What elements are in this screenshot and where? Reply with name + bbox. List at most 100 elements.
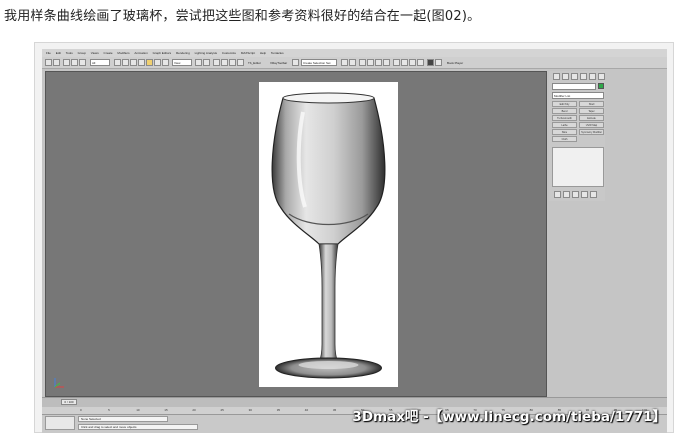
modifier-stack-list[interactable]	[552, 147, 604, 187]
utilities-tab-icon[interactable]	[598, 73, 605, 80]
pin-stack-icon[interactable]	[554, 191, 561, 198]
perspective-viewport[interactable]	[45, 71, 547, 397]
render-setup-icon[interactable]	[401, 59, 408, 66]
select-scale-icon[interactable]	[162, 59, 169, 66]
select-move-icon[interactable]	[146, 59, 153, 66]
vray-toolbar-label[interactable]: VRayToolbar	[270, 58, 287, 68]
watermark: 3Dmax吧 -【www.linecg.com/tieba/1771】	[352, 409, 666, 425]
modifier-bend-button[interactable]: Bend	[552, 108, 577, 114]
ruler-tick-label: 30	[248, 408, 252, 412]
ruler-tick-label: 0	[80, 408, 82, 412]
ruler-tick-label: 25	[220, 408, 224, 412]
select-by-name-icon[interactable]	[122, 59, 129, 66]
hierarchy-tab-icon[interactable]	[571, 73, 578, 80]
selection-filter-dropdown[interactable]: All	[90, 59, 110, 66]
mirror-icon[interactable]	[341, 59, 348, 66]
menu-group[interactable]: Group	[78, 49, 86, 57]
main-toolbar: All View Tb_Editor VRayToolbar Create Se…	[42, 57, 667, 69]
link-icon[interactable]	[63, 59, 70, 66]
angle-snap-icon[interactable]	[221, 59, 228, 66]
maxscript-listener[interactable]	[45, 416, 75, 430]
named-selection-dropdown[interactable]: Create Selection Set	[301, 59, 337, 66]
redo-icon[interactable]	[53, 59, 60, 66]
modifier-extrude-button[interactable]: Extrude	[579, 115, 604, 121]
modifier-slice-button[interactable]: Slice	[552, 129, 577, 135]
object-name-field[interactable]	[552, 83, 596, 90]
modifier-shell-button[interactable]: Shell	[579, 101, 604, 107]
book-player-label[interactable]: Book Player	[447, 58, 463, 68]
material-editor-icon[interactable]	[393, 59, 400, 66]
menu-create[interactable]: Create	[104, 49, 113, 57]
undo-icon[interactable]	[45, 59, 52, 66]
article-caption: 我用样条曲线绘画了玻璃杯，尝试把这些图和参考资料很好的结合在一起(图02)。	[4, 9, 481, 24]
render-production-icon[interactable]	[417, 59, 424, 66]
select-object-icon[interactable]	[114, 59, 121, 66]
teapot-render-icon[interactable]	[427, 59, 434, 66]
menu-rendering[interactable]: Rendering	[176, 49, 190, 57]
pivot-center-icon[interactable]	[195, 59, 202, 66]
render-iterative-icon[interactable]	[435, 59, 442, 66]
ruler-tick-label: 10	[136, 408, 140, 412]
object-color-swatch[interactable]	[598, 83, 604, 89]
modifier-list-dropdown[interactable]: Modifier List	[552, 92, 604, 99]
modifier-uvw-map-button[interactable]: UVW Map	[579, 122, 604, 128]
schematic-view-icon[interactable]	[383, 59, 390, 66]
modifier-turbosmooth-button[interactable]: Turbosmooth	[552, 115, 577, 121]
remove-modifier-icon[interactable]	[581, 191, 588, 198]
reference-coordinate-dropdown[interactable]: View	[172, 59, 192, 66]
modifier-cloth-button[interactable]: Cloth	[552, 136, 577, 142]
ruler-tick-label: 35	[276, 408, 281, 412]
display-tab-icon[interactable]	[589, 73, 596, 80]
menu-modifiers[interactable]: Modifiers	[117, 49, 129, 57]
make-unique-icon[interactable]	[572, 191, 579, 198]
bind-space-warp-icon[interactable]	[79, 59, 86, 66]
modifier-edit-poly-button[interactable]: Edit Poly	[552, 101, 577, 107]
modifier-lathe-button[interactable]: Lathe	[552, 122, 577, 128]
command-panel: Modifier List Edit Poly Shell Bend Taper…	[549, 71, 605, 201]
curve-editor-icon[interactable]	[375, 59, 382, 66]
modify-tab-icon[interactable]	[562, 73, 569, 80]
world-axis-icon	[54, 378, 64, 388]
prompt-line: Click and drag to select and move object…	[78, 424, 198, 430]
snap-toggle-icon[interactable]	[213, 59, 220, 66]
max-app-window: File Edit Tools Group Views Create Modif…	[42, 49, 667, 433]
spinner-snap-icon[interactable]	[237, 59, 244, 66]
menu-help[interactable]: Help	[260, 49, 266, 57]
ruler-tick-label: 40	[304, 408, 309, 412]
ruler-tick-label: 20	[192, 408, 196, 412]
modifier-taper-button[interactable]: Taper	[579, 108, 604, 114]
percent-snap-icon[interactable]	[229, 59, 236, 66]
menu-edit[interactable]: Edit	[56, 49, 61, 57]
modifier-symmetry-button[interactable]: Symmetry Modifier	[579, 129, 604, 135]
ruler-tick-label: 5	[108, 408, 110, 412]
create-tab-icon[interactable]	[553, 73, 560, 80]
ruler-tick-label: 45	[332, 408, 337, 412]
menu-file[interactable]: File	[46, 49, 51, 57]
show-end-result-icon[interactable]	[563, 191, 570, 198]
ruler-tick-label: 15	[164, 408, 168, 412]
menu-customize[interactable]: Customize	[222, 49, 236, 57]
menu-maxscript[interactable]: MAXScript	[241, 49, 255, 57]
rect-selection-icon[interactable]	[130, 59, 137, 66]
graphite-ribbon-icon[interactable]	[367, 59, 374, 66]
unlink-icon[interactable]	[71, 59, 78, 66]
edit-named-selection-icon[interactable]	[292, 59, 299, 66]
select-rotate-icon[interactable]	[154, 59, 161, 66]
reference-photo	[259, 82, 398, 387]
menu-animation[interactable]: Animation	[134, 49, 147, 57]
tb-editor-label[interactable]: Tb_Editor	[248, 58, 261, 68]
menu-graph-editors[interactable]: Graph Editors	[153, 49, 172, 57]
layer-manager-icon[interactable]	[359, 59, 366, 66]
menu-tentacles[interactable]: Tentacles	[271, 49, 284, 57]
menu-lighting-analysis[interactable]: Lighting Analysis	[195, 49, 217, 57]
menu-tools[interactable]: Tools	[66, 49, 73, 57]
configure-sets-icon[interactable]	[590, 191, 597, 198]
selection-status: None Selected	[78, 416, 168, 422]
window-crossing-icon[interactable]	[138, 59, 145, 66]
time-slider[interactable]: 0 / 100	[61, 399, 77, 405]
rendered-frame-window-icon[interactable]	[409, 59, 416, 66]
menu-views[interactable]: Views	[91, 49, 99, 57]
align-icon[interactable]	[349, 59, 356, 66]
motion-tab-icon[interactable]	[580, 73, 587, 80]
manipulate-icon[interactable]	[203, 59, 210, 66]
